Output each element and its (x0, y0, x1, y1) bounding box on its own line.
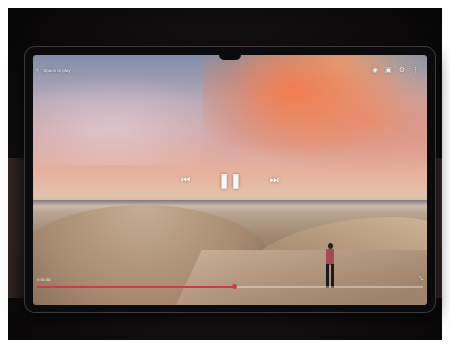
skip-back-icon[interactable]: ⏮ (181, 175, 190, 186)
fullscreen-icon[interactable]: ⤡ (419, 276, 423, 283)
current-time: 0:00:38 (37, 276, 51, 282)
picture-in-picture-icon[interactable]: ▣ (385, 67, 392, 74)
playback-controls: ⏮ ❚❚ ⏭ (33, 172, 427, 188)
skip-forward-icon[interactable]: ⏭ (270, 175, 279, 186)
player-top-bar: ‹ Space to play ◉ ▣ ⚙ ⋮ (33, 63, 427, 77)
video-title: Space to play (43, 67, 71, 73)
back-arrow-icon[interactable]: ‹ (36, 67, 38, 74)
eye-icon[interactable]: ◉ (372, 67, 378, 74)
progress-bar[interactable] (37, 284, 423, 289)
time-row: 0:00:38 ⤡ (37, 275, 423, 283)
pause-icon[interactable]: ❚❚ (218, 172, 241, 189)
more-icon[interactable]: ⋮ (412, 67, 419, 74)
settings-icon[interactable]: ⚙ (399, 67, 405, 74)
horizon-line (33, 200, 427, 206)
camera-notch (219, 55, 241, 60)
progress-fill (37, 286, 234, 288)
progress-thumb[interactable] (231, 284, 237, 289)
